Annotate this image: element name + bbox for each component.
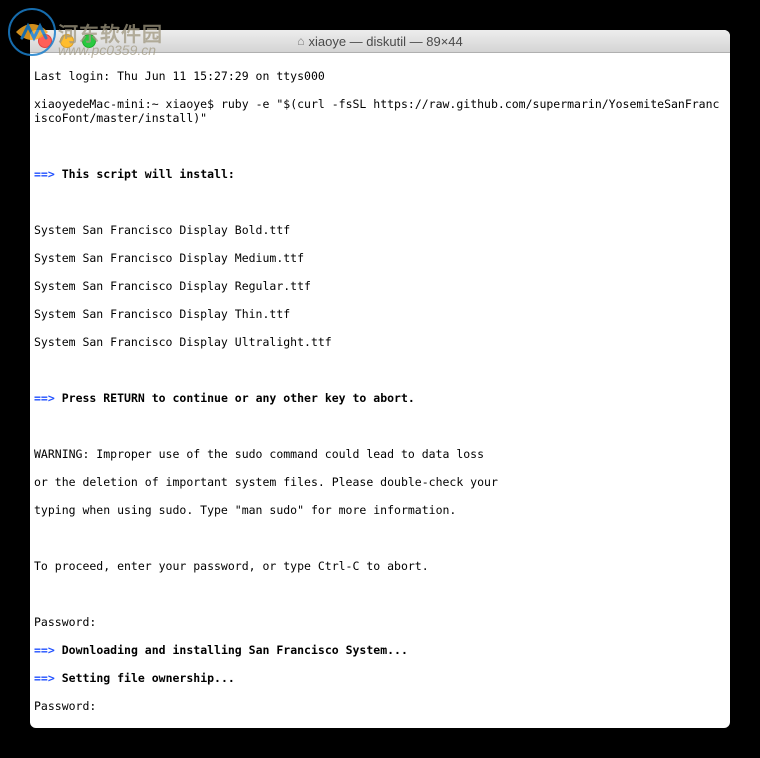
section-download: ==> Downloading and installing San Franc… (34, 643, 726, 657)
section-clear-cache: ==> Clearing OS X Font Cache... (34, 727, 726, 728)
font-item: System San Francisco Display Ultralight.… (34, 335, 726, 349)
watermark-logo-icon (8, 8, 56, 56)
watermark-url: www.pc0359.cn (58, 42, 156, 58)
font-item: System San Francisco Display Medium.ttf (34, 251, 726, 265)
section-install: ==> This script will install: (34, 167, 726, 181)
warning-line: or the deletion of important system file… (34, 475, 726, 489)
last-login-line: Last login: Thu Jun 11 15:27:29 on ttys0… (34, 69, 726, 83)
section-ownership: ==> Setting file ownership... (34, 671, 726, 685)
warning-line: typing when using sudo. Type "man sudo" … (34, 503, 726, 517)
press-return-line: ==> Press RETURN to continue or any othe… (34, 391, 726, 405)
password-prompt: Password: (34, 699, 726, 713)
command-line: xiaoyedeMac-mini:~ xiaoye$ ruby -e "$(cu… (34, 97, 726, 125)
font-item: System San Francisco Display Regular.ttf (34, 279, 726, 293)
terminal-output[interactable]: Last login: Thu Jun 11 15:27:29 on ttys0… (30, 53, 730, 728)
home-icon: ⌂ (297, 34, 304, 48)
proceed-line: To proceed, enter your password, or type… (34, 559, 726, 573)
font-item: System San Francisco Display Bold.ttf (34, 223, 726, 237)
terminal-window: ⌂ xiaoye — diskutil — 89×44 Last login: … (30, 30, 730, 728)
font-item: System San Francisco Display Thin.ttf (34, 307, 726, 321)
window-title-text: xiaoye — diskutil — 89×44 (308, 34, 462, 49)
warning-line: WARNING: Improper use of the sudo comman… (34, 447, 726, 461)
password-prompt: Password: (34, 615, 726, 629)
